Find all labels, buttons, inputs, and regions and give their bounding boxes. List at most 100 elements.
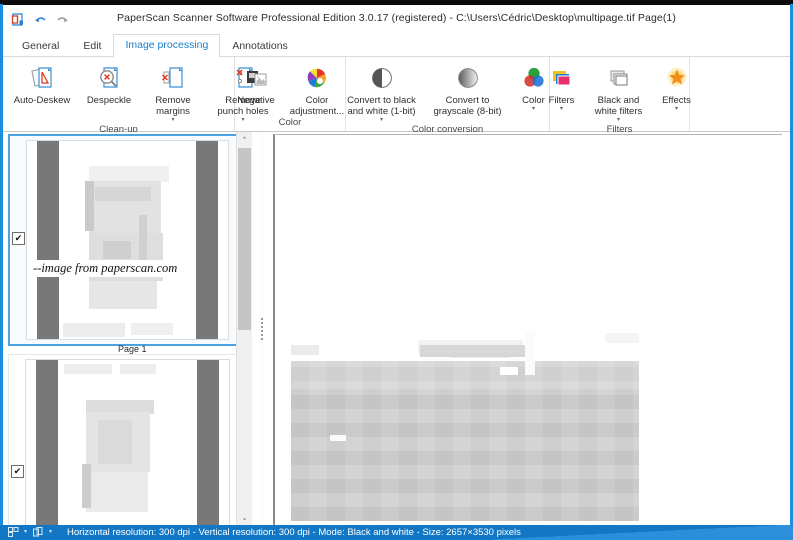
effects-star-icon	[662, 63, 692, 93]
splitter-grip-icon	[261, 317, 263, 340]
blur-block	[64, 364, 112, 374]
page-edge-shadow-right	[196, 141, 218, 339]
blur-block	[330, 435, 346, 441]
convert-bw-icon	[367, 63, 397, 93]
ribbon: Auto-Deskew Despeckle Remove margins ▾ R…	[3, 56, 790, 135]
thumbnail-checkbox-page-2[interactable]: ✔	[11, 465, 24, 478]
blur-block	[89, 281, 157, 309]
button-label: Negative	[237, 95, 275, 106]
button-label: Convert to black and white (1-bit)	[347, 95, 416, 117]
blur-block	[291, 361, 639, 389]
scrollbar-thumb[interactable]	[238, 148, 251, 330]
thumbnail-checkbox-page-1[interactable]: ✔	[12, 232, 25, 245]
button-negative[interactable]: Negative	[229, 61, 283, 106]
workspace: ✔ Page 1 ✔ ⌃ ⌄ --image from paperscan.co…	[3, 132, 790, 525]
page-edge-shadow-left	[37, 141, 59, 339]
button-remove-margins[interactable]: Remove margins ▾	[141, 61, 205, 124]
blur-block	[85, 181, 94, 231]
paperscan-window: PaperScan Scanner Software Professional …	[0, 0, 793, 540]
button-label: Convert to grayscale (8-bit)	[433, 95, 502, 117]
convert-grayscale-icon	[453, 63, 483, 93]
blur-block	[120, 364, 156, 374]
blur-block	[525, 331, 535, 375]
button-convert-to-black-and-white[interactable]: Convert to black and white (1-bit) ▾	[338, 61, 426, 124]
auto-deskew-icon	[27, 63, 57, 93]
chevron-down-icon[interactable]: ▾	[24, 528, 27, 535]
chevron-down-icon[interactable]: ▾	[380, 117, 383, 124]
ribbon-group-color: Negative Color adjustment... Color	[235, 57, 346, 131]
watermark-text: --image from paperscan.com	[31, 260, 180, 277]
tab-general[interactable]: General	[10, 35, 71, 58]
tab-annotations[interactable]: Annotations	[220, 35, 299, 58]
button-label: Effects	[662, 95, 691, 106]
thumbnail-scrollbar[interactable]: ⌃ ⌄	[236, 132, 252, 525]
tab-edit[interactable]: Edit	[71, 35, 113, 58]
color-adjustment-icon	[302, 63, 332, 93]
button-black-and-white-filters[interactable]: Black and white filters ▾	[585, 61, 653, 124]
ribbon-empty-space	[690, 57, 790, 131]
bw-filters-icon	[604, 63, 634, 93]
blur-block	[86, 472, 148, 512]
button-label: Despeckle	[86, 95, 132, 106]
checkmark-icon: ✔	[13, 466, 22, 476]
checkmark-icon: ✔	[14, 233, 23, 243]
thumbnail-page-1[interactable]: ✔ Page 1	[8, 134, 247, 354]
ribbon-group-cleanup: Auto-Deskew Despeckle Remove margins ▾ R…	[3, 57, 269, 135]
chevron-down-icon[interactable]: ▾	[560, 106, 563, 113]
button-label: Color adjustment...	[289, 95, 345, 117]
chevron-down-icon[interactable]: ▾	[617, 117, 620, 124]
button-label: Remove margins	[155, 95, 191, 117]
status-bar-accent	[493, 525, 793, 540]
page-edge-shadow-right	[197, 360, 219, 525]
button-convert-to-grayscale[interactable]: Convert to grayscale (8-bit)	[426, 61, 510, 117]
window-title: PaperScan Scanner Software Professional …	[117, 12, 676, 24]
blur-block	[420, 345, 527, 357]
title-bar: PaperScan Scanner Software Professional …	[3, 5, 790, 29]
thumbnail-page-2[interactable]: ✔	[8, 354, 247, 525]
page-layout-icon[interactable]	[8, 527, 19, 537]
chevron-down-icon[interactable]: ▾	[532, 106, 535, 113]
page-fit-icon[interactable]	[33, 527, 43, 537]
blur-block	[103, 241, 131, 259]
blur-block	[95, 187, 151, 201]
remove-margins-icon	[158, 63, 188, 93]
blur-block	[139, 215, 147, 263]
filters-icon	[547, 63, 577, 93]
blur-block	[98, 420, 132, 464]
thumbnail-page-image	[26, 140, 229, 340]
negative-icon	[241, 63, 271, 93]
chevron-down-icon[interactable]: ▾	[171, 117, 174, 124]
thumbnail-label-page-1: Page 1	[118, 344, 147, 354]
status-bar-text: Horizontal resolution: 300 dpi - Vertica…	[67, 527, 521, 538]
blur-block	[291, 345, 319, 355]
chevron-down-icon[interactable]: ▾	[675, 106, 678, 113]
blur-block	[500, 367, 518, 375]
scrollbar-up-arrow[interactable]: ⌃	[237, 132, 252, 147]
blur-block	[89, 166, 169, 182]
ribbon-tab-strip: General Edit Image processing Annotation…	[3, 29, 790, 58]
blur-block	[63, 323, 125, 337]
button-filters[interactable]: Filters ▾	[539, 61, 585, 113]
tab-image-processing[interactable]: Image processing	[113, 34, 221, 58]
button-label: Filters	[548, 95, 575, 106]
scrollbar-down-arrow[interactable]: ⌄	[237, 510, 252, 525]
thumbnail-page-image	[25, 359, 230, 525]
viewer-page-image	[273, 134, 782, 525]
page-edge-shadow-left	[36, 360, 58, 525]
blur-block	[82, 464, 91, 508]
thumbnail-panel: ✔ Page 1 ✔ ⌃ ⌄	[3, 132, 257, 525]
ribbon-group-color-conversion: Convert to black and white (1-bit) ▾ Con…	[346, 57, 550, 135]
chevron-down-icon[interactable]: ▾	[49, 528, 52, 535]
ribbon-group-filters: Filters ▾ Black and white filters ▾ Effe…	[549, 57, 692, 135]
ribbon-group-label: Color	[278, 117, 302, 128]
button-label: Black and white filters	[594, 95, 643, 117]
document-viewer[interactable]	[265, 132, 790, 525]
blur-block	[131, 323, 173, 335]
button-label: Auto-Deskew	[13, 95, 71, 106]
button-despeckle[interactable]: Despeckle	[77, 61, 141, 106]
status-bar: ▾ ▾ Horizontal resolution: 300 dpi - Ver…	[0, 525, 793, 540]
button-auto-deskew[interactable]: Auto-Deskew	[7, 61, 77, 106]
status-bar-icons: ▾ ▾	[8, 527, 52, 537]
blur-block	[605, 333, 639, 343]
despeckle-icon	[94, 63, 124, 93]
